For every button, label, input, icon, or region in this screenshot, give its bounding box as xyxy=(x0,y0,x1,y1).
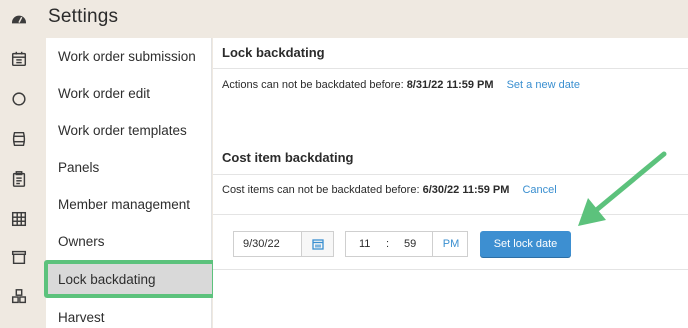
divider xyxy=(213,174,688,175)
minute-input[interactable]: 59 xyxy=(404,238,416,250)
lock-backdating-title: Lock backdating xyxy=(222,45,325,60)
set-new-date-link[interactable]: Set a new date xyxy=(507,79,580,91)
menu-item-panels[interactable]: Panels xyxy=(46,149,212,185)
lock-backdating-date: 8/31/22 11:59 PM xyxy=(406,79,494,91)
hour-input[interactable]: 11 xyxy=(359,238,370,250)
dashboard-icon[interactable] xyxy=(9,9,29,29)
cost-item-status: Cost items can not be backdated before: … xyxy=(222,184,557,196)
divider xyxy=(213,68,688,69)
main-content: Lock backdating Actions can not be backd… xyxy=(213,38,688,328)
archive-icon[interactable] xyxy=(9,247,29,267)
menu-item-work-order-templates[interactable]: Work order templates xyxy=(46,112,212,148)
circle-icon[interactable] xyxy=(9,89,29,109)
cancel-link[interactable]: Cancel xyxy=(522,184,556,196)
barrel-icon[interactable] xyxy=(9,129,29,149)
lock-date-form: 9/30/22 11 : 59 PM Set lock date xyxy=(213,214,688,270)
nav-rail xyxy=(0,0,38,328)
lock-backdating-status: Actions can not be backdated before: 8/3… xyxy=(222,79,580,91)
menu-item-harvest[interactable]: Harvest xyxy=(46,299,212,328)
calendar-icon xyxy=(311,239,324,250)
cubes-icon[interactable] xyxy=(9,287,29,307)
settings-menu: Work order submission Work order edit Wo… xyxy=(46,38,212,328)
set-lock-date-button[interactable]: Set lock date xyxy=(480,231,571,257)
cost-item-backdating-title: Cost item backdating xyxy=(222,150,354,165)
page-title: Settings xyxy=(48,6,119,27)
cost-item-text: Cost items can not be backdated before: xyxy=(222,184,420,196)
date-input[interactable]: 9/30/22 xyxy=(233,231,301,257)
time-input: 11 : 59 PM xyxy=(345,231,468,257)
menu-item-lock-backdating[interactable]: Lock backdating xyxy=(46,261,212,297)
cost-item-date: 6/30/22 11:59 PM xyxy=(422,184,510,196)
time-separator: : xyxy=(386,238,390,250)
clipboard-icon[interactable] xyxy=(9,169,29,189)
menu-item-owners[interactable]: Owners xyxy=(46,223,212,259)
calendar-icon[interactable] xyxy=(9,49,29,69)
menu-item-member-management[interactable]: Member management xyxy=(46,186,212,222)
lock-backdating-text: Actions can not be backdated before: xyxy=(222,79,404,91)
ampm-toggle[interactable]: PM xyxy=(432,231,469,257)
calendar-button[interactable] xyxy=(301,231,334,257)
grid-icon[interactable] xyxy=(9,209,29,229)
menu-item-work-order-edit[interactable]: Work order edit xyxy=(46,75,212,111)
menu-item-work-order-submission[interactable]: Work order submission xyxy=(46,38,212,74)
